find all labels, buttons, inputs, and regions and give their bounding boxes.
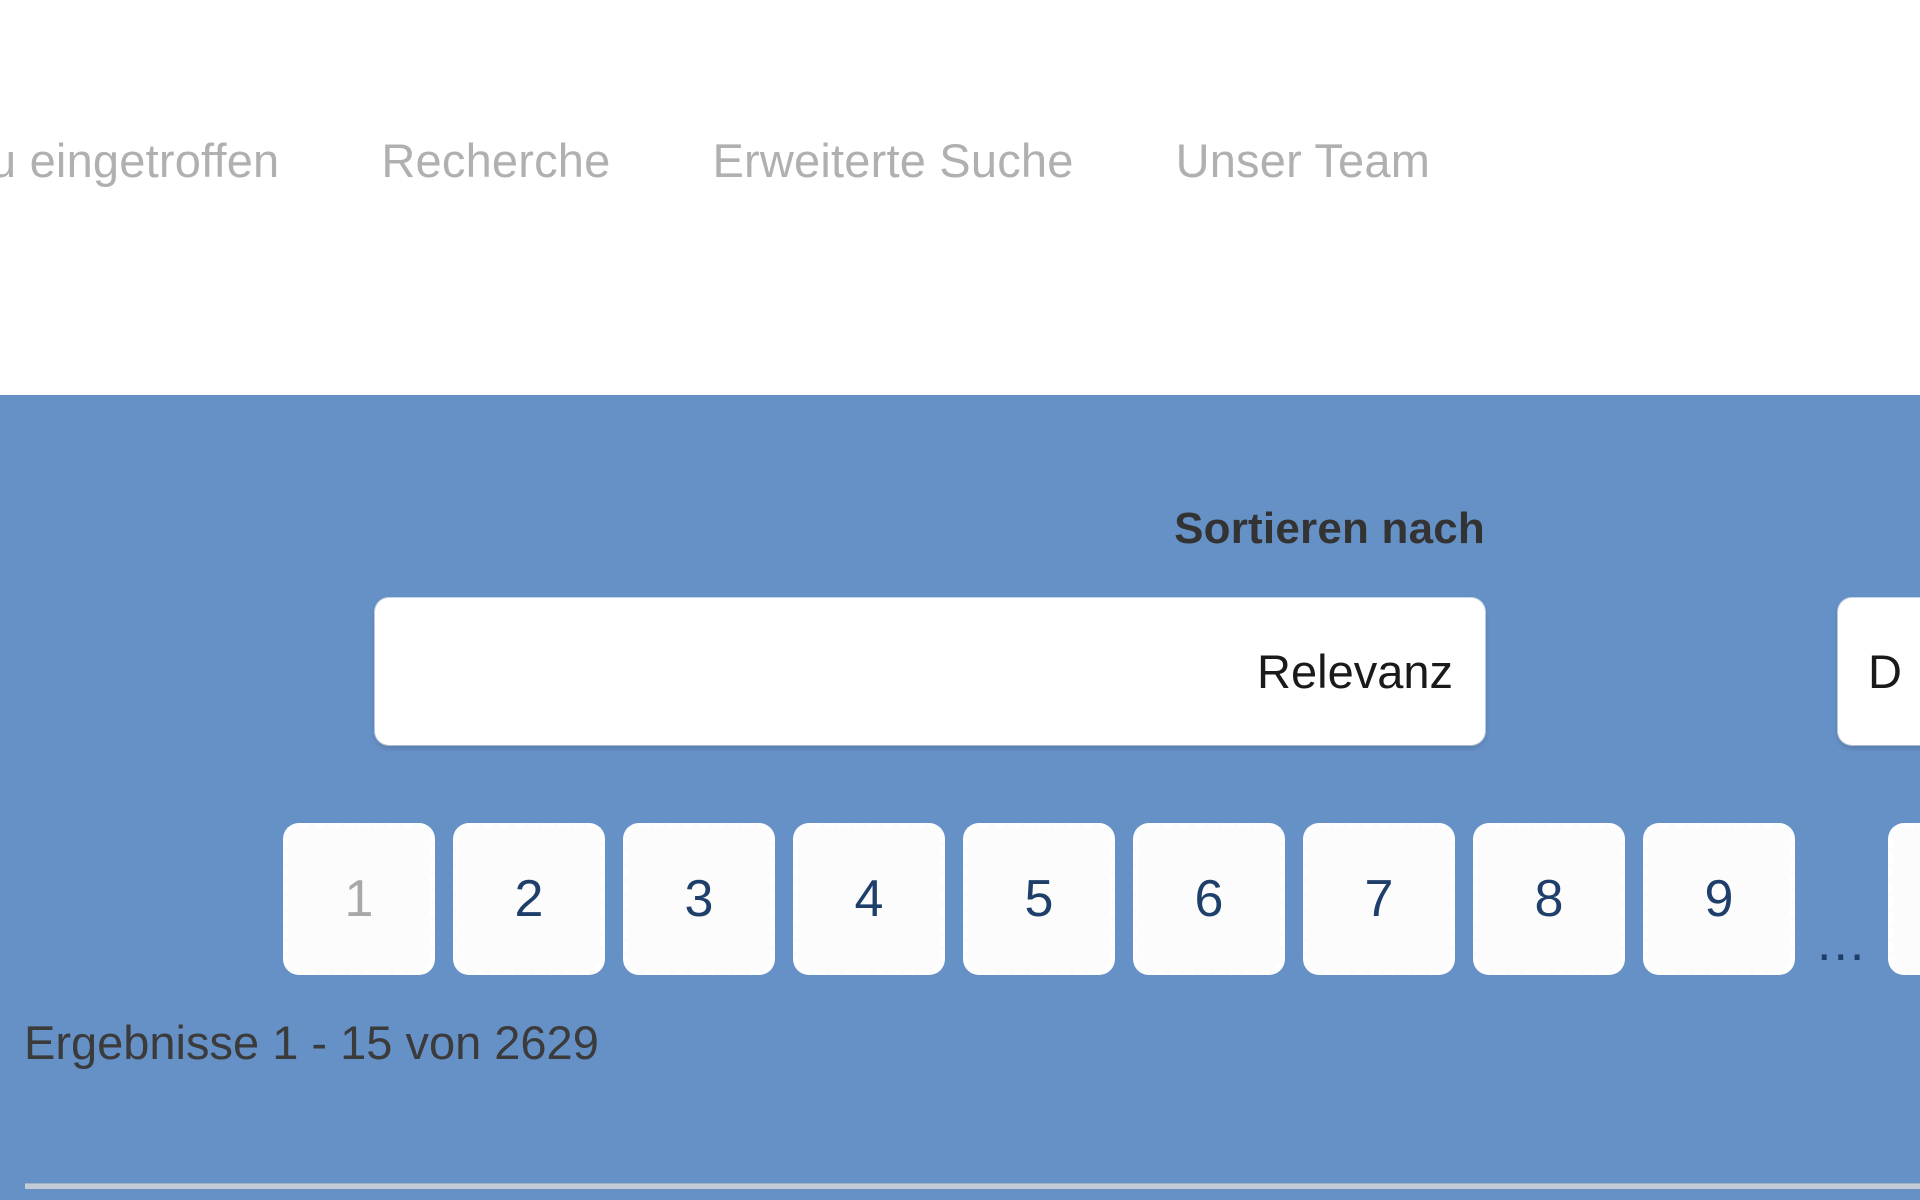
pagination-page-3[interactable]: 3 [623, 823, 775, 975]
sort-by-select[interactable]: Relevanz [375, 598, 1485, 745]
pagination-page-4[interactable]: 4 [793, 823, 945, 975]
pagination-page-7[interactable]: 7 [1303, 823, 1455, 975]
nav-item-list: u eingetroffen Recherche Erweiterte Such… [0, 131, 1430, 191]
results-toolbar: Sortieren nach Relevanz D 1 2 3 4 5 6 7 … [0, 395, 1920, 1200]
pagination-page-9[interactable]: 9 [1643, 823, 1795, 975]
results-count-text: Ergebnisse 1 - 15 von 2629 [24, 1016, 599, 1069]
sort-controls-row: Relevanz D [0, 598, 1920, 750]
page-root: u eingetroffen Recherche Erweiterte Such… [0, 0, 1920, 1200]
pagination-ellipsis: ... [1817, 914, 1867, 972]
nav-item-neu-eingetroffen[interactable]: u eingetroffen [0, 131, 279, 191]
pagination-page-last[interactable] [1888, 823, 1920, 975]
nav-item-erweiterte-suche[interactable]: Erweiterte Suche [712, 131, 1073, 191]
pagination-page-2[interactable]: 2 [453, 823, 605, 975]
toolbar-divider [25, 1183, 1920, 1189]
pagination-page-1: 1 [283, 823, 435, 975]
sort-by-label: Sortieren nach [1174, 504, 1485, 553]
date-order-select[interactable]: D [1838, 598, 1920, 745]
nav-item-unser-team[interactable]: Unser Team [1176, 131, 1431, 191]
sort-by-select-value: Relevanz [1257, 644, 1453, 698]
pagination-page-8[interactable]: 8 [1473, 823, 1625, 975]
pagination-page-6[interactable]: 6 [1133, 823, 1285, 975]
main-navigation: u eingetroffen Recherche Erweiterte Such… [0, 0, 1920, 395]
nav-item-recherche[interactable]: Recherche [381, 131, 610, 191]
date-order-select-value: D [1868, 644, 1902, 698]
pagination-page-5[interactable]: 5 [963, 823, 1115, 975]
pagination: 1 2 3 4 5 6 7 8 9 ... [283, 823, 1920, 975]
